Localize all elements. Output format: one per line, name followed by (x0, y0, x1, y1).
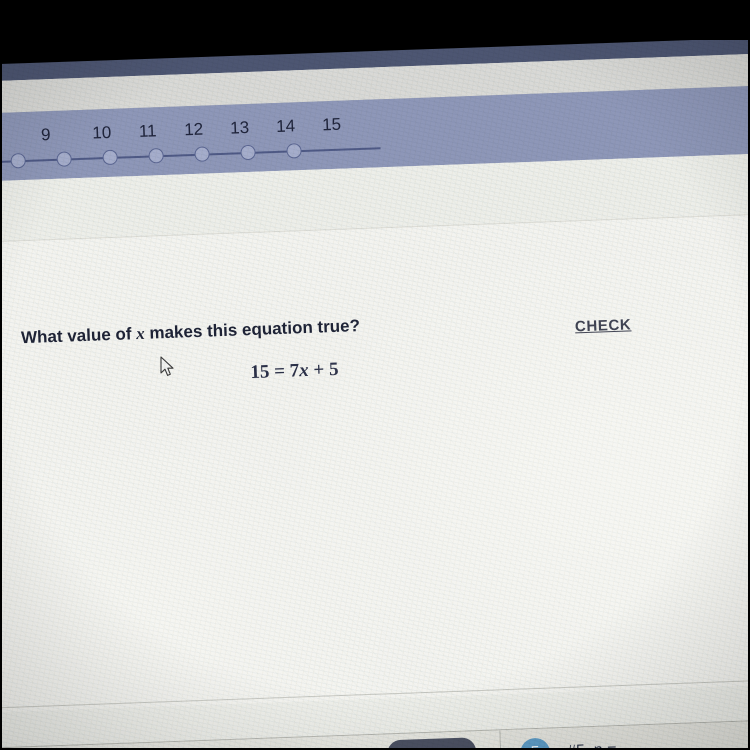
question-nav-number[interactable]: 12 (184, 120, 204, 141)
question-nav-node-9[interactable] (10, 152, 26, 169)
question-nav-node-13[interactable] (194, 146, 210, 162)
page-content: What value of x makes this equation true… (0, 152, 750, 750)
question-nav-node-14[interactable] (240, 144, 256, 161)
question-nav-node-15[interactable] (286, 143, 302, 159)
monitor-bezel-top (0, 0, 750, 40)
question-nav-number[interactable]: 9 (41, 125, 51, 145)
question-nav-node-12[interactable] (148, 148, 164, 164)
equation-right: + 5 (308, 358, 339, 381)
question-prompt-prefix: What value of (20, 324, 137, 348)
browser-window: ✕ ...96078942b02797c4f8cbf ning FCPS Goo… (0, 0, 750, 750)
question-nav-number[interactable]: 13 (230, 118, 250, 139)
photographed-screen: ✕ ...96078942b02797c4f8cbf ning FCPS Goo… (0, 0, 750, 750)
equation: 15 = 7x + 5 (250, 359, 339, 384)
question-card (0, 210, 750, 714)
check-button[interactable]: CHECK (575, 316, 632, 335)
question-nav-node-10[interactable] (56, 151, 72, 167)
question-nav-node-11[interactable] (102, 149, 118, 166)
question-nav-number[interactable]: 10 (92, 123, 112, 144)
question-nav-number[interactable]: 15 (322, 115, 342, 136)
question-nav-number[interactable]: 14 (276, 116, 296, 137)
question-nav-number[interactable]: 11 (139, 121, 157, 142)
monitor-bezel-left (0, 0, 2, 750)
mouse-cursor (160, 356, 174, 376)
equation-left: 15 = 7 (250, 360, 300, 384)
